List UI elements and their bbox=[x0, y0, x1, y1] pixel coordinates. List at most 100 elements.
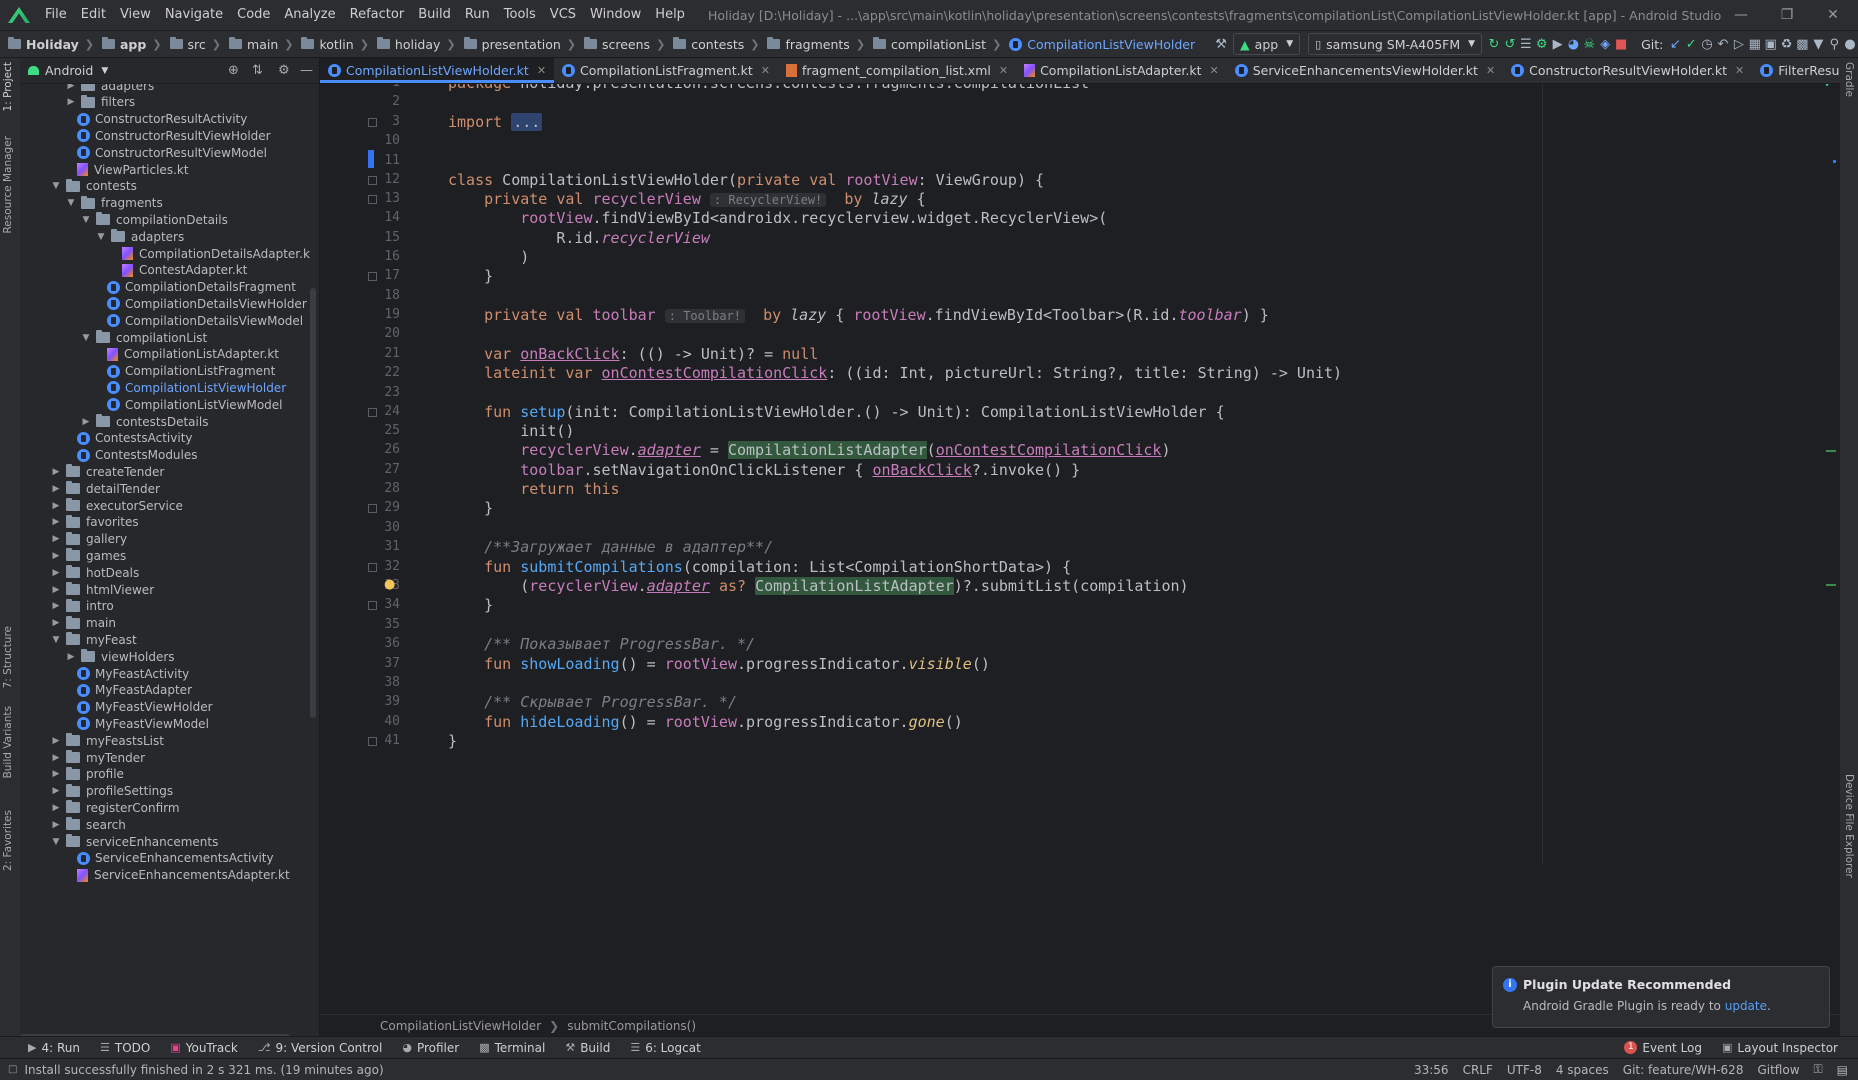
breadcrumb-class[interactable]: CompilationListViewHolder bbox=[380, 1019, 541, 1033]
hide-panel-icon[interactable]: — bbox=[300, 63, 313, 78]
tree-item[interactable]: ConstructorResultViewModel bbox=[77, 144, 267, 161]
chevron-down-icon[interactable]: ▼ bbox=[50, 635, 62, 645]
list-icon[interactable]: ☰ bbox=[1518, 33, 1534, 55]
tree-item[interactable]: ▶ myTender bbox=[50, 749, 145, 766]
tree-item[interactable]: ▶ detailTender bbox=[50, 480, 160, 497]
tree-item[interactable]: CompilationListAdapter.kt bbox=[107, 346, 279, 363]
chevron-right-icon[interactable]: ▶ bbox=[50, 803, 62, 813]
tree-item[interactable]: CompilationListViewModel bbox=[107, 396, 283, 413]
tool-profiler[interactable]: ◕ Profiler bbox=[392, 1041, 469, 1055]
stripe-mark[interactable] bbox=[1826, 584, 1836, 586]
sync-gradle-icon[interactable]: ♻ bbox=[1779, 33, 1795, 55]
lightbulb-icon[interactable]: ● bbox=[384, 577, 395, 592]
code-editor[interactable]: 1231011121314151617181920212223242526272… bbox=[320, 84, 1840, 1014]
tree-item[interactable]: ▶ gallery bbox=[50, 531, 127, 548]
breadcrumb-function[interactable]: submitCompilations() bbox=[567, 1019, 696, 1033]
apply-code-changes-icon[interactable]: ↺ bbox=[1502, 33, 1518, 55]
debug-icon[interactable]: ⚙ bbox=[1534, 33, 1550, 55]
chevron-right-icon[interactable]: ▶ bbox=[50, 534, 62, 544]
close-tab-icon[interactable]: ✕ bbox=[537, 64, 546, 77]
tree-item[interactable]: ▼ compilationList bbox=[80, 329, 207, 346]
breadcrumb-screens[interactable]: screens ❯ bbox=[580, 37, 669, 52]
menu-build[interactable]: Build bbox=[411, 0, 458, 30]
project-tree-scrollbar[interactable] bbox=[310, 288, 316, 718]
breadcrumb-holiday[interactable]: holiday ❯ bbox=[373, 37, 460, 52]
tab-compilationlistviewholder[interactable]: CompilationListViewHolder.kt ✕ bbox=[320, 58, 555, 83]
file-encoding[interactable]: UTF-8 bbox=[1500, 1063, 1549, 1077]
tab-fragment-compilation-list-xml[interactable]: fragment_compilation_list.xml ✕ bbox=[778, 58, 1016, 83]
tree-item[interactable]: ▶ htmlViewer bbox=[50, 581, 154, 598]
chevron-right-icon[interactable]: ▶ bbox=[50, 618, 62, 628]
chevron-right-icon[interactable]: ▶ bbox=[65, 84, 77, 91]
avd-manager-icon[interactable]: ▩ bbox=[1794, 33, 1810, 55]
close-tab-icon[interactable]: ✕ bbox=[1210, 64, 1219, 77]
tree-item[interactable]: CompilationListViewHolder bbox=[107, 379, 286, 396]
project-structure-icon[interactable]: ▦ bbox=[1747, 33, 1763, 55]
menu-window[interactable]: Window bbox=[583, 0, 648, 30]
menu-help[interactable]: Help bbox=[648, 0, 692, 30]
chevron-right-icon[interactable]: ▶ bbox=[50, 517, 62, 527]
project-view-mode[interactable]: Android bbox=[45, 63, 93, 78]
tool-tab-gradle[interactable]: Gradle bbox=[1843, 62, 1855, 97]
chevron-right-icon[interactable]: ▶ bbox=[50, 501, 62, 511]
status-window-icon[interactable]: □ bbox=[8, 1064, 17, 1075]
menu-vcs[interactable]: VCS bbox=[543, 0, 583, 30]
tree-item[interactable]: ▶ contestsDetails bbox=[80, 413, 208, 430]
tree-item[interactable]: ▼ compilationDetails bbox=[80, 211, 228, 228]
menu-navigate[interactable]: Navigate bbox=[158, 0, 230, 30]
tree-item[interactable]: ▶ main bbox=[50, 615, 116, 632]
tree-item[interactable]: ContestsModules bbox=[77, 447, 198, 464]
tree-item[interactable]: MyFeastViewModel bbox=[77, 715, 209, 732]
tool-tab-favorites[interactable]: 2: Favorites bbox=[2, 810, 14, 871]
chevron-down-icon[interactable]: ▼ bbox=[50, 181, 62, 191]
chevron-down-icon[interactable]: ▼ bbox=[65, 198, 77, 208]
chevron-right-icon[interactable]: ▶ bbox=[50, 736, 62, 746]
stop-icon[interactable]: ■ bbox=[1613, 33, 1629, 55]
gear-icon[interactable]: ⚙ bbox=[278, 63, 290, 78]
tree-item[interactable]: ▼ adapters bbox=[95, 228, 184, 245]
device-select[interactable]: ▯ samsung SM-A405FM ▼ bbox=[1308, 33, 1483, 55]
tool-layout-inspector[interactable]: ▣ Layout Inspector bbox=[1712, 1041, 1858, 1055]
tree-item[interactable]: ▼ fragments bbox=[65, 195, 163, 212]
menu-file[interactable]: File bbox=[38, 0, 74, 30]
tree-item[interactable]: ContestAdapter.kt bbox=[122, 262, 247, 279]
tool-logcat[interactable]: ☰ 6: Logcat bbox=[620, 1041, 710, 1055]
maximize-icon[interactable]: ❐ bbox=[1764, 0, 1810, 30]
chevron-right-icon[interactable]: ▶ bbox=[80, 417, 92, 427]
tree-item[interactable]: ▶ profile bbox=[50, 766, 124, 783]
tree-item[interactable]: CompilationDetailsViewModel bbox=[107, 312, 303, 329]
tree-item[interactable]: ▶ favorites bbox=[50, 514, 139, 531]
tree-item[interactable]: ▶ search bbox=[50, 816, 126, 833]
chevron-right-icon[interactable]: ▶ bbox=[50, 585, 62, 595]
attach-debugger-icon[interactable]: ☠ bbox=[1581, 33, 1597, 55]
git-commit-icon[interactable]: ✓ bbox=[1683, 33, 1699, 55]
git-branch[interactable]: Git: feature/WH-628 bbox=[1616, 1063, 1751, 1077]
run-config-select[interactable]: ▲ app ▼ bbox=[1233, 33, 1301, 55]
tree-item[interactable]: ServiceEnhancementsAdapter.kt bbox=[77, 867, 290, 884]
tree-item[interactable]: ViewParticles.kt bbox=[77, 161, 189, 178]
tree-item[interactable]: ▶ registerConfirm bbox=[50, 799, 180, 816]
chevron-right-icon[interactable]: ▶ bbox=[50, 484, 62, 494]
fold-marker-icon[interactable] bbox=[368, 272, 377, 281]
fold-marker-icon[interactable] bbox=[368, 118, 377, 127]
stripe-mark[interactable] bbox=[1826, 450, 1836, 452]
locate-icon[interactable]: ⊕ bbox=[228, 63, 239, 78]
tab-serviceenhancementsviewholder[interactable]: ServiceEnhancementsViewHolder.kt ✕ bbox=[1227, 58, 1503, 83]
tool-youtrack[interactable]: ▣ YouTrack bbox=[160, 1041, 248, 1055]
tree-item[interactable]: ▶ intro bbox=[50, 598, 114, 615]
chevron-right-icon[interactable]: ▶ bbox=[50, 601, 62, 611]
chevron-down-icon[interactable]: ▼ bbox=[101, 66, 108, 76]
chevron-down-icon[interactable]: ▼ bbox=[80, 215, 92, 225]
fold-marker-icon[interactable] bbox=[368, 504, 377, 513]
tree-item[interactable]: CompilationDetailsAdapter.kt bbox=[122, 245, 310, 262]
tool-terminal[interactable]: ▩ Terminal bbox=[469, 1041, 555, 1055]
fold-marker-icon[interactable] bbox=[368, 195, 377, 204]
collapse-all-icon[interactable]: ⇅ bbox=[252, 63, 263, 78]
breadcrumb-app[interactable]: app ❯ bbox=[98, 37, 166, 52]
fold-marker-icon[interactable] bbox=[368, 563, 377, 572]
git-rollback-icon[interactable]: ↶ bbox=[1715, 33, 1731, 55]
menu-tools[interactable]: Tools bbox=[497, 0, 543, 30]
chevron-right-icon[interactable]: ▶ bbox=[50, 467, 62, 477]
menu-analyze[interactable]: Analyze bbox=[277, 0, 342, 30]
caret-position[interactable]: 33:56 bbox=[1407, 1063, 1456, 1077]
